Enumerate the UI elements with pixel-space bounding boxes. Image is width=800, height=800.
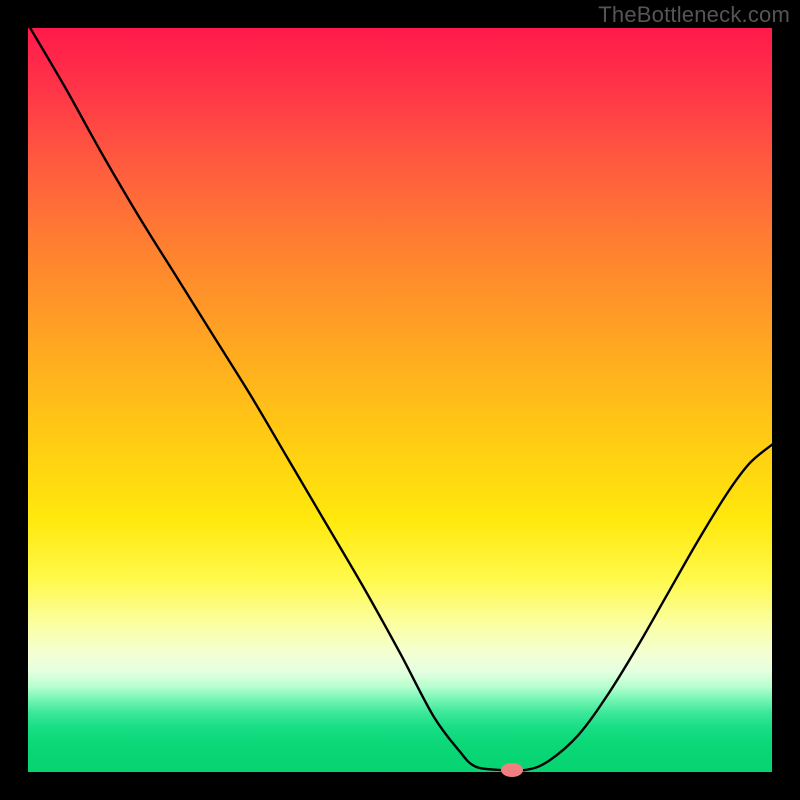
bottleneck-curve-svg	[0, 0, 800, 800]
minimum-marker	[501, 763, 523, 777]
bottleneck-curve-path	[28, 24, 772, 770]
chart-frame: TheBottleneck.com	[0, 0, 800, 800]
watermark-text: TheBottleneck.com	[598, 2, 790, 28]
